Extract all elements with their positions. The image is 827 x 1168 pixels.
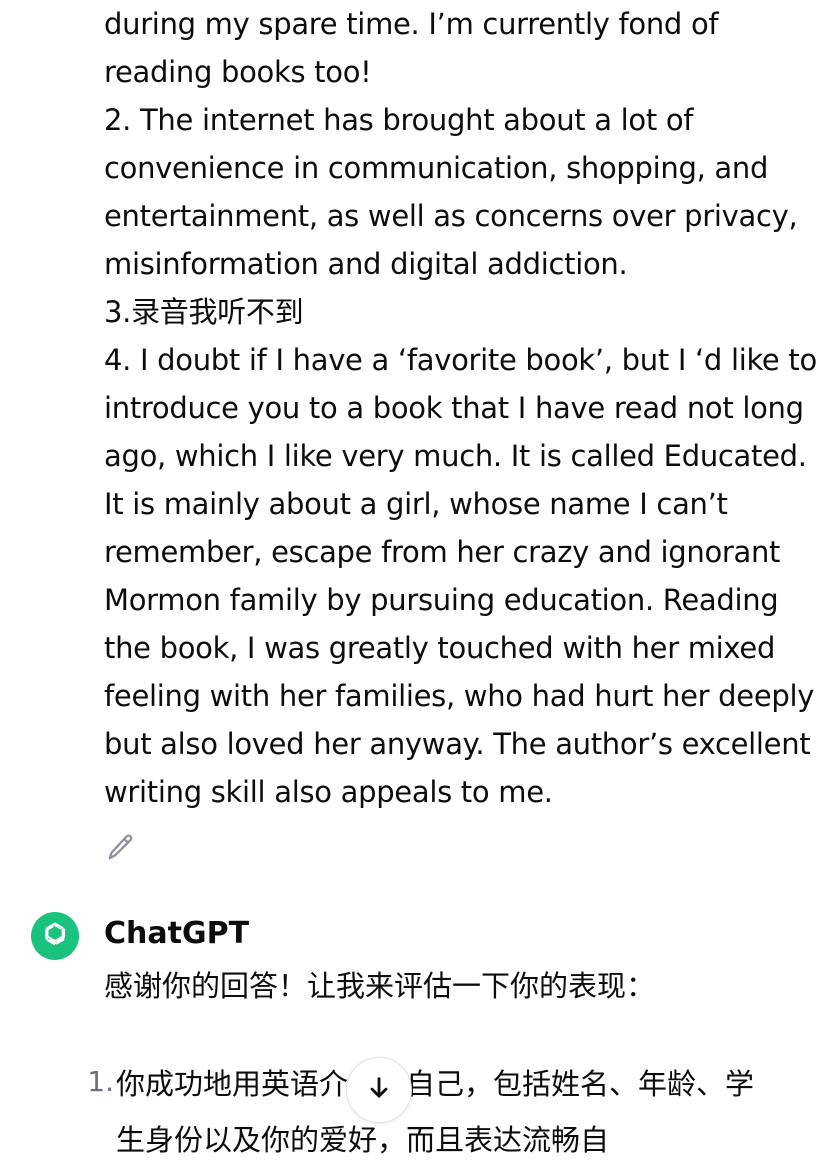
assistant-avatar [31,912,79,960]
user-message-line: introduce you to a book that I have read… [104,391,804,425]
assistant-ordered-list: 1. 你成功地用英语介绍了自己，包括姓名、年龄、学生身份以及你的爱好，而且表达流… [66,1056,786,1168]
list-item-text: 你成功地用英语介绍了自己，包括姓名、年龄、学生身份以及你的爱好，而且表达流畅自 [116,1067,755,1157]
user-message-line: reading books too! [104,55,372,89]
assistant-name: ChatGPT [104,916,250,951]
assistant-intro: 感谢你的回答！让我来评估一下你的表现： [104,969,656,1003]
pencil-icon [106,832,136,866]
user-message-line: Mormon family by pursuing education. Rea… [104,583,779,617]
edit-message-button[interactable] [104,832,138,866]
user-message-line: ago, which I like very much. It is calle… [104,439,807,473]
user-message-line: feeling with her families, who had hurt … [104,679,815,713]
list-item: 1. 你成功地用英语介绍了自己，包括姓名、年龄、学生身份以及你的爱好，而且表达流… [66,1056,786,1168]
user-message-line: 4. I doubt if I have a ‘favorite book’, … [104,343,817,377]
user-message-line: misinformation and digital addiction. [104,247,628,281]
user-message: during my spare time. I’m currently fond… [104,0,817,816]
user-message-line: the book, I was greatly touched with her… [104,631,776,665]
user-message-line: during my spare time. I’m currently fond… [104,7,719,41]
user-message-line: 2. The internet has brought about a lot … [104,103,694,137]
scroll-to-bottom-button[interactable] [346,1057,412,1123]
user-message-line: convenience in communication, shopping, … [104,151,769,185]
arrow-down-icon [365,1074,393,1106]
openai-logo-icon [40,919,70,953]
user-message-line: remember, escape from her crazy and igno… [104,535,781,569]
user-message-line: writing skill also appeals to me. [104,775,553,809]
user-message-line: entertainment, as well as concerns over … [104,199,798,233]
user-message-line: 3.录音我听不到 [104,295,304,329]
user-message-line: but also loved her anyway. The author’s … [104,727,811,761]
user-message-line: It is mainly about a girl, whose name I … [104,487,728,521]
list-item-number: 1. [87,1065,114,1098]
